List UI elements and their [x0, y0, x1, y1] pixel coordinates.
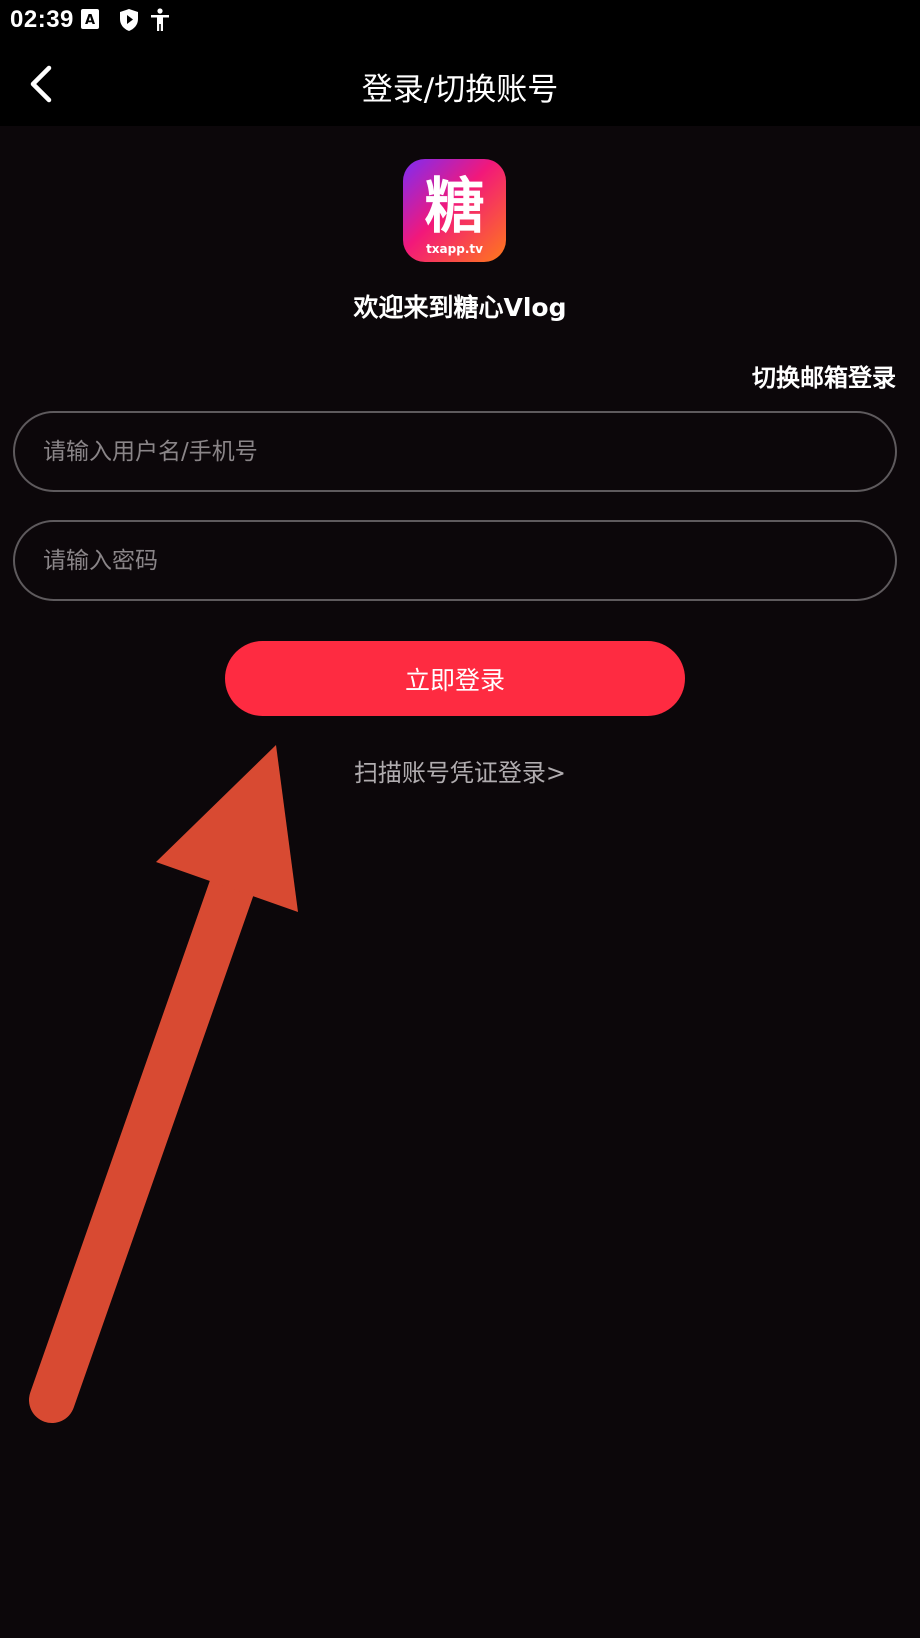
svg-text:A: A [85, 13, 95, 28]
password-input[interactable] [13, 520, 897, 601]
nav-bar: 登录/切换账号 [0, 42, 920, 126]
status-time: 02:39 [10, 6, 74, 33]
logo-char: 糖 [425, 172, 485, 242]
scan-credential-login-link[interactable]: 扫描账号凭证登录> [0, 753, 920, 788]
logo-domain: txapp.tv [426, 242, 483, 256]
shield-play-icon [118, 8, 140, 36]
app-logo: 糖 txapp.tv [403, 159, 506, 262]
status-bar: 02:39 A [0, 0, 920, 42]
welcome-text: 欢迎来到糖心Vlog [353, 293, 567, 322]
page-title: 登录/切换账号 [361, 72, 559, 108]
login-content: 糖 txapp.tv 欢迎来到糖心Vlog 切换邮箱登录 立即登录 扫描账号凭证… [0, 126, 920, 1638]
a-notification-icon: A [80, 8, 100, 34]
username-input[interactable] [13, 411, 897, 492]
accessibility-icon [150, 8, 170, 36]
switch-email-login-link[interactable]: 切换邮箱登录 [752, 358, 896, 393]
login-button[interactable]: 立即登录 [225, 641, 685, 716]
